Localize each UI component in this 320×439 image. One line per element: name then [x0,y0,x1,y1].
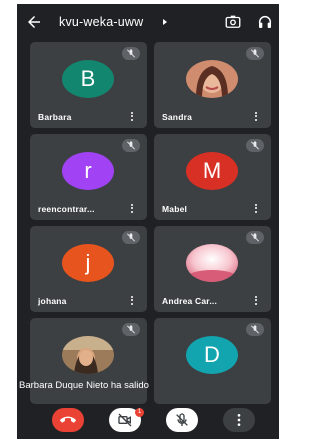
mic-off-icon [246,323,264,336]
mic-off-icon [122,323,140,336]
participant-name: Sandra [162,112,193,122]
avatar-photo [62,336,114,374]
avatar: B [62,60,114,98]
more-vert-icon[interactable] [255,112,258,122]
more-vert-icon [237,414,241,426]
participant-name: Andrea Car... [162,296,218,306]
camera-off-icon [118,413,132,427]
participant-tile[interactable]: j johana [30,226,147,312]
call-controls: 1 [17,401,279,439]
participant-tile[interactable]: Sandra [154,42,271,128]
participant-name: Mabel [162,204,188,214]
more-vert-icon[interactable] [131,112,134,122]
participant-name: Barbara [38,112,72,122]
arrow-left-icon[interactable] [25,13,43,31]
mic-off-icon [122,231,140,244]
participant-name: reencontrar... [38,204,95,214]
avatar: j [62,244,114,282]
camera-flip-icon[interactable] [224,13,242,31]
notification-badge: 1 [135,408,144,417]
mic-off-icon [122,47,140,60]
avatar: M [186,152,238,190]
mic-off-icon [246,139,264,152]
participant-tile[interactable]: B Barbara [30,42,147,128]
mic-off-icon [122,139,140,152]
meet-call-screen: kvu-weka-uww B Barbara Sandra r reencont… [17,4,279,439]
more-vert-icon[interactable] [255,204,258,214]
end-call-icon [60,416,76,423]
avatar: r [62,152,114,190]
participant-tile[interactable]: r reencontrar... [30,134,147,220]
headphones-icon[interactable] [257,14,273,30]
top-bar: kvu-weka-uww [17,4,279,42]
participant-name: johana [38,296,67,306]
avatar: D [186,336,238,374]
mic-toggle-button[interactable] [166,408,198,432]
avatar-photo [186,60,238,98]
participant-left-toast: Barbara Duque Nieto ha salido [19,380,149,391]
end-call-button[interactable] [52,408,84,432]
mic-off-icon [246,47,264,60]
caret-right-icon[interactable] [163,19,167,25]
participant-tile[interactable] [30,318,147,404]
participant-tile[interactable]: M Mabel [154,134,271,220]
mic-off-icon [176,413,188,426]
more-vert-icon[interactable] [131,204,134,214]
meeting-code[interactable]: kvu-weka-uww [59,15,143,29]
participant-tile[interactable]: D [154,318,271,404]
more-options-button[interactable] [223,408,255,432]
more-vert-icon[interactable] [255,296,258,306]
participant-tile[interactable]: Andrea Car... [154,226,271,312]
mic-off-icon [246,231,264,244]
avatar-photo [186,244,238,282]
more-vert-icon[interactable] [131,296,134,306]
